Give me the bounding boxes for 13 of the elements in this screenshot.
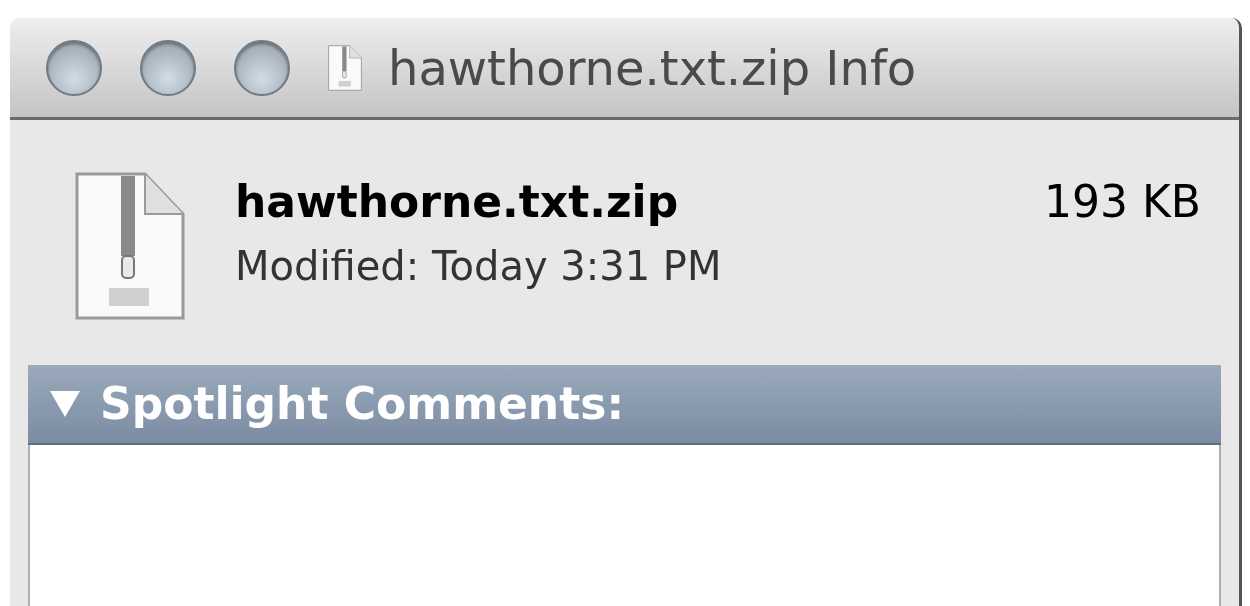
- modified-date: Modified: Today 3:31 PM: [235, 242, 722, 291]
- file-size: 193 KB: [1044, 175, 1201, 229]
- section-title: Spotlight Comments:: [100, 377, 624, 431]
- window-control-button[interactable]: [46, 39, 102, 96]
- section-header[interactable]: Spotlight Comments:: [28, 365, 1221, 445]
- disclosure-triangle-icon[interactable]: [50, 391, 80, 417]
- comments-field[interactable]: [28, 445, 1221, 606]
- window-title: hawthorne.txt.zip Info: [388, 38, 917, 98]
- zip-file-icon: [75, 172, 185, 320]
- window-control-button[interactable]: [140, 39, 196, 96]
- zip-file-icon: [328, 44, 362, 91]
- window-control-button[interactable]: [234, 39, 290, 96]
- file-name: hawthorne.txt.zip: [235, 175, 680, 229]
